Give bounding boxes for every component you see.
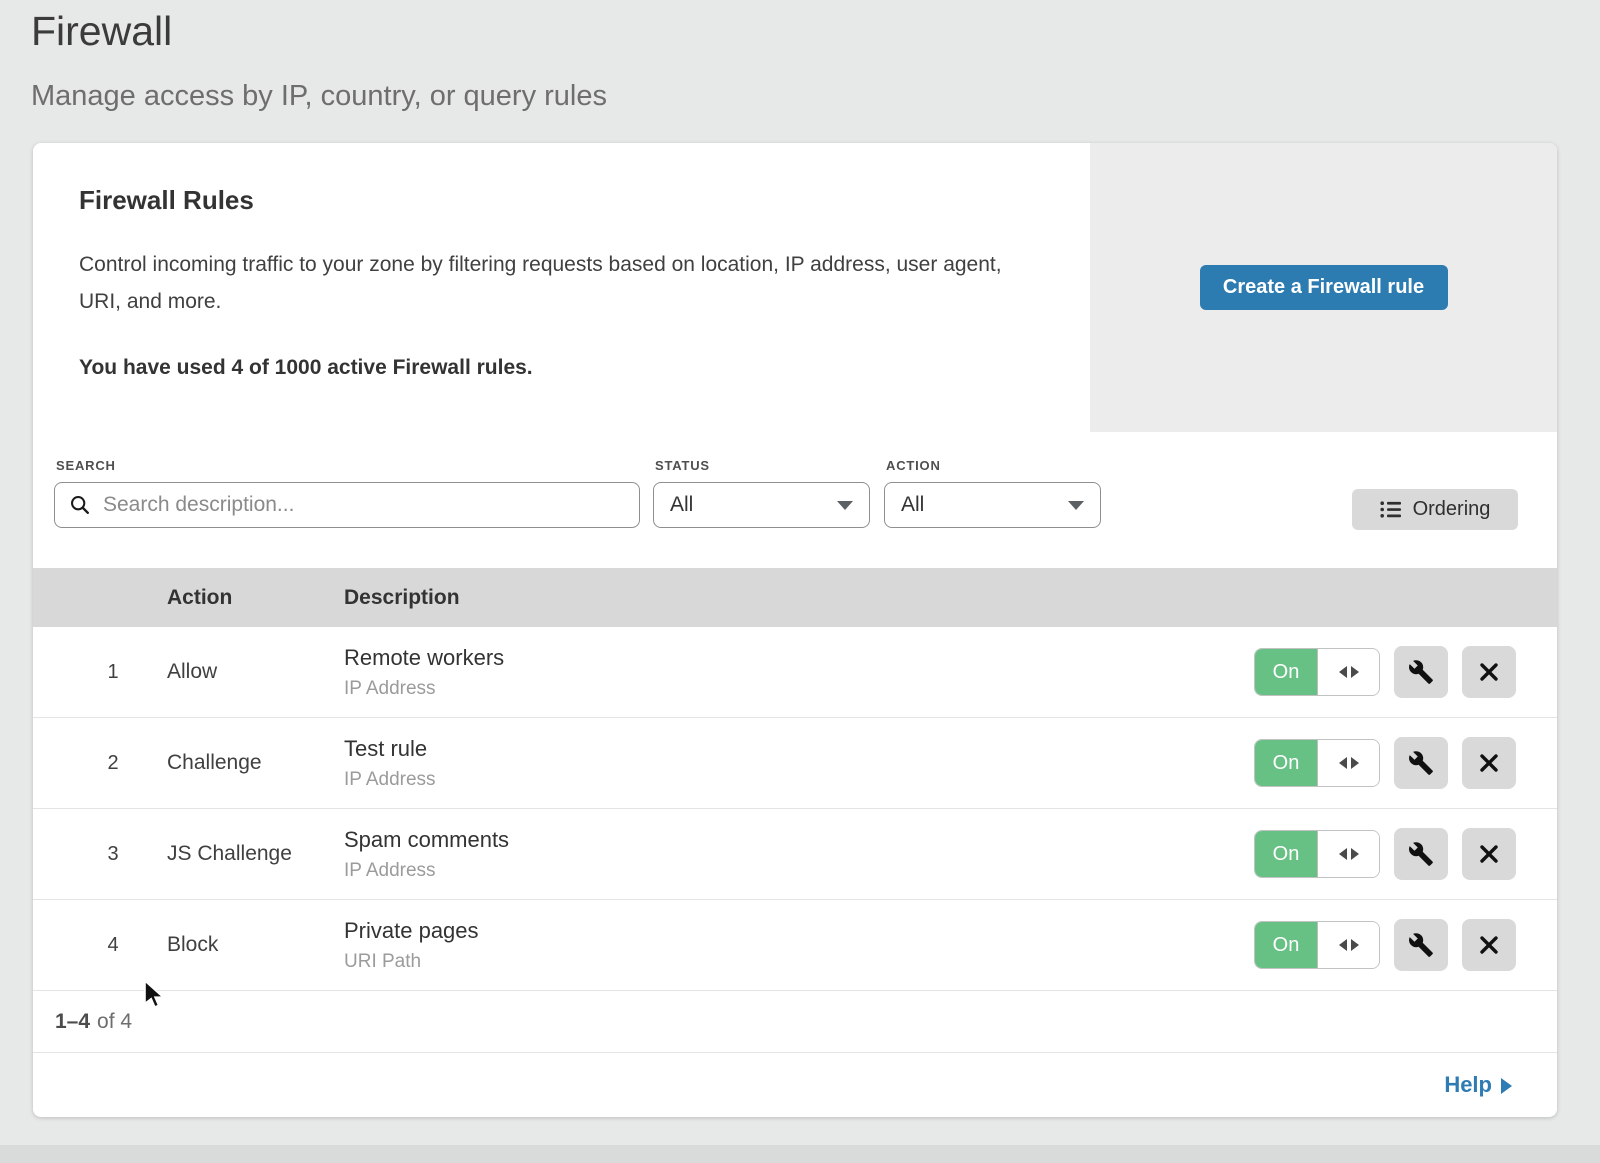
rule-description-cell: Remote workers IP Address [344,645,1254,700]
rule-priority-number: 4 [33,934,167,957]
toggle-on-label: On [1255,740,1317,786]
page-subtitle: Manage access by IP, country, or query r… [31,80,607,113]
help-link[interactable]: Help [1444,1072,1512,1098]
rule-action: Block [167,933,344,957]
list-icon [1380,500,1402,519]
rule-enabled-toggle[interactable]: On [1254,739,1380,787]
wrench-icon [1408,750,1434,776]
rule-description: Remote workers [344,645,1254,671]
rule-enabled-toggle[interactable]: On [1254,648,1380,696]
column-description: Description [344,586,1557,610]
action-label: ACTION [886,458,1101,473]
rule-priority-number: 2 [33,752,167,775]
search-icon [69,494,91,516]
card-description: Control incoming traffic to your zone by… [79,246,1024,320]
ordering-button[interactable]: Ordering [1352,489,1518,530]
table-row: 1 Allow Remote workers IP Address On [33,627,1557,718]
rule-description: Spam comments [344,827,1254,853]
chevron-down-icon [837,501,853,510]
search-input[interactable] [101,492,625,518]
toggle-on-label: On [1255,831,1317,877]
page-title: Firewall [31,8,172,55]
rule-description-cell: Private pages URI Path [344,918,1254,973]
x-icon [1477,842,1501,866]
toggle-on-label: On [1255,922,1317,968]
column-action: Action [167,586,344,610]
wrench-icon [1408,841,1434,867]
toggle-on-label: On [1255,649,1317,695]
card-intro: Firewall Rules Control incoming traffic … [79,185,1039,380]
rule-match-type: IP Address [344,678,1254,700]
status-filter-group: STATUS All [653,458,870,528]
edit-rule-button[interactable] [1394,646,1448,698]
rule-action: Allow [167,660,344,684]
pagination-total: of 4 [97,1010,132,1034]
edit-rule-button[interactable] [1394,737,1448,789]
action-select-value: All [901,493,924,517]
create-rule-panel: Create a Firewall rule [1090,143,1557,432]
ordering-button-label: Ordering [1413,498,1491,521]
rule-description: Private pages [344,918,1254,944]
chevron-down-icon [1068,501,1084,510]
mouse-cursor [143,981,169,1014]
wrench-icon [1408,659,1434,685]
card-footer: Help [33,1053,1557,1117]
edit-rule-button[interactable] [1394,828,1448,880]
rule-match-type: IP Address [344,769,1254,791]
left-right-arrows-icon [1317,922,1379,968]
search-input-wrapper [54,482,640,528]
action-select[interactable]: All [884,482,1101,528]
rule-controls: On [1254,919,1557,971]
left-right-arrows-icon [1317,831,1379,877]
filters-bar: SEARCH STATUS All ACTION All [33,432,1557,568]
rule-priority-number: 1 [33,661,167,684]
delete-rule-button[interactable] [1462,919,1516,971]
search-filter-group: SEARCH [54,458,640,528]
rule-enabled-toggle[interactable]: On [1254,921,1380,969]
wrench-icon [1408,932,1434,958]
left-right-arrows-icon [1317,649,1379,695]
arrow-right-icon [1501,1078,1512,1094]
rules-usage-text: You have used 4 of 1000 active Firewall … [79,356,1039,380]
firewall-rules-card: Firewall Rules Control incoming traffic … [33,143,1557,1117]
edit-rule-button[interactable] [1394,919,1448,971]
help-link-label: Help [1444,1072,1492,1098]
delete-rule-button[interactable] [1462,737,1516,789]
card-heading: Firewall Rules [79,185,1039,216]
rule-priority-number: 3 [33,843,167,866]
rule-controls: On [1254,646,1557,698]
rule-controls: On [1254,828,1557,880]
pagination-range: 1–4 [55,1010,90,1034]
rule-description-cell: Test rule IP Address [344,736,1254,791]
x-icon [1477,933,1501,957]
rule-match-type: IP Address [344,860,1254,882]
rule-match-type: URI Path [344,951,1254,973]
table-row: 3 JS Challenge Spam comments IP Address … [33,809,1557,900]
table-row: 4 Block Private pages URI Path On [33,900,1557,991]
x-icon [1477,660,1501,684]
delete-rule-button[interactable] [1462,646,1516,698]
status-select-value: All [670,493,693,517]
left-right-arrows-icon [1317,740,1379,786]
table-header: Action Description [33,568,1557,627]
rule-description: Test rule [344,736,1254,762]
card-top-section: Firewall Rules Control incoming traffic … [33,143,1557,432]
x-icon [1477,751,1501,775]
rule-action: Challenge [167,751,344,775]
create-firewall-rule-button[interactable]: Create a Firewall rule [1200,265,1448,310]
rule-enabled-toggle[interactable]: On [1254,830,1380,878]
rule-controls: On [1254,737,1557,789]
delete-rule-button[interactable] [1462,828,1516,880]
rule-description-cell: Spam comments IP Address [344,827,1254,882]
search-label: SEARCH [56,458,640,473]
status-label: STATUS [655,458,870,473]
bottom-edge [0,1145,1600,1163]
rules-list: 1 Allow Remote workers IP Address On [33,627,1557,991]
table-row: 2 Challenge Test rule IP Address On [33,718,1557,809]
action-filter-group: ACTION All [884,458,1101,528]
status-select[interactable]: All [653,482,870,528]
pagination: 1–4 of 4 [33,991,1557,1053]
rule-action: JS Challenge [167,842,344,866]
